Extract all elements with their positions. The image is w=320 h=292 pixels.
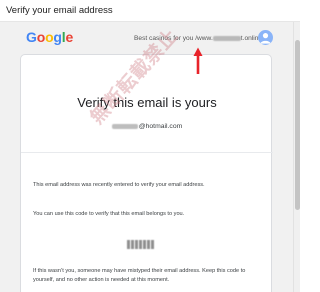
redacted-username [111,123,138,129]
paragraph-1: This email address was recently entered … [33,182,205,188]
redacted-domain [212,35,241,41]
paragraph-2: You can use this code to verify that thi… [33,211,185,217]
logo-letter: G [26,29,37,45]
email-domain: @hotmail.com [138,123,183,130]
scrollbar[interactable] [293,22,300,292]
logo-letter: o [36,29,46,45]
card-title: Verify this email is yours [77,95,217,110]
subject-bar: Verify your email address [0,0,300,22]
logo-letter: g [53,29,62,45]
recipient-email: @hotmail.com [21,123,273,130]
logo-letter: o [45,29,54,45]
scroll-thumb[interactable] [295,40,300,210]
divider [21,152,273,153]
verification-code-redacted [127,236,157,249]
paragraph-3: If this wasn’t you, someone may have mis… [33,268,246,283]
logo-letter: e [65,29,74,45]
email-body[interactable]: Google Best casinos for you /www. t.onlin… [0,22,293,292]
email-subject: Verify your email address [6,5,113,16]
red-arrow-icon [193,47,203,74]
verification-card: Verify this email is yours @hotmail.com … [20,25,273,292]
google-logo: Google [26,29,73,45]
person-icon[interactable] [258,30,273,45]
